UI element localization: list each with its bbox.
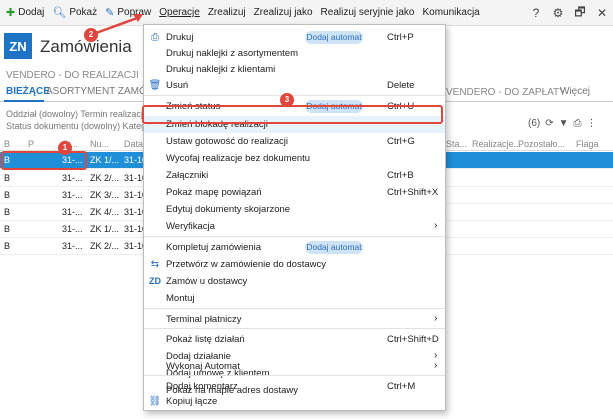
- grid-tools: (6) ⟳ ▼ ⎙ ⋮: [528, 118, 597, 129]
- menu-item-lista-dzialan[interactable]: Pokaż listę działań Ctrl+Shift+D: [144, 331, 445, 348]
- menu-item-kompletuj[interactable]: Kompletuj zamówienia Dodaj automat: [144, 239, 445, 256]
- view-subtitle-right[interactable]: VENDERO - DO ZAPŁATY: [446, 87, 566, 98]
- chevron-right-icon: ›: [434, 220, 438, 231]
- view-subtitle: VENDERO - DO REALIZACJI: [6, 70, 139, 81]
- menu-item-terminal[interactable]: Terminal płatniczy ›: [144, 311, 445, 328]
- realize-serial-button[interactable]: Realizuj seryjnie jako: [317, 0, 419, 26]
- chevron-right-icon: ›: [434, 360, 438, 371]
- annotation-marker-3: 3: [280, 93, 294, 107]
- col-nu[interactable]: Nu...: [90, 139, 109, 149]
- restore-icon[interactable]: 🗗: [569, 3, 591, 24]
- filters: Oddział (dowolny) Termin realizacji ( St…: [6, 108, 151, 132]
- annotation-marker-2: 2: [84, 28, 98, 42]
- communication-button[interactable]: Komunikacja: [418, 0, 483, 26]
- window-controls: ? ⚙ 🗗 ✕: [525, 0, 613, 26]
- zd-icon: ZD: [149, 276, 161, 286]
- record-count: (6): [528, 118, 541, 129]
- print-icon[interactable]: ⎙: [574, 118, 582, 129]
- help-icon[interactable]: ?: [525, 6, 547, 20]
- menu-item-ustaw-gotowosc[interactable]: Ustaw gotowość do realizacji Ctrl+G: [144, 133, 445, 150]
- menu-item-drukuj[interactable]: ⎙ Drukuj Dodaj automat Ctrl+P: [144, 29, 445, 46]
- menu-item-przetworz[interactable]: ⇆ Przetwórz w zamówienie do dostawcy: [144, 256, 445, 273]
- main-toolbar: ✚ Dodaj 🔍︎ Pokaż ✎ Popraw Operacje Zreal…: [0, 0, 613, 26]
- operations-dropdown: ⎙ Drukuj Dodaj automat Ctrl+P Drukuj nak…: [143, 24, 446, 411]
- menu-separator: [144, 308, 445, 309]
- chevron-right-icon: ›: [434, 313, 438, 324]
- plus-icon: ✚: [6, 7, 16, 19]
- menu-item-zamow[interactable]: ZD Zamów u dostawcy: [144, 273, 445, 290]
- annotation-marker-1: 1: [58, 141, 72, 155]
- convert-icon: ⇆: [150, 259, 160, 270]
- add-button[interactable]: ✚ Dodaj: [2, 0, 48, 26]
- operations-menu-button[interactable]: Operacje: [155, 0, 204, 26]
- menu-item-usun[interactable]: 🗑︎ Usuń Delete: [144, 77, 445, 94]
- menu-item-edytuj-skojarzone[interactable]: Edytuj dokumenty skojarzone: [144, 201, 445, 218]
- menu-separator: [144, 95, 445, 96]
- menu-item-wycofaj[interactable]: Wycofaj realizacje bez dokumentu: [144, 150, 445, 167]
- col-pozostalo[interactable]: Pozostało...: [518, 139, 565, 149]
- menu-item-naklejki-klienci[interactable]: Drukuj naklejki z klientami: [144, 61, 445, 78]
- menu-item-zalaczniki[interactable]: Załączniki Ctrl+B: [144, 167, 445, 184]
- show-button[interactable]: 🔍︎ Pokaż: [48, 0, 101, 26]
- menu-item-naklejki-asortyment[interactable]: Drukuj naklejki z asortymentem: [144, 45, 445, 62]
- search-icon: 🔍︎: [52, 7, 67, 19]
- more-icon[interactable]: ⋮: [587, 118, 597, 129]
- annotation-highlight-menu-item: [142, 105, 443, 124]
- printer-icon: ⎙: [151, 32, 159, 43]
- filter-line-2[interactable]: Status dokumentu (dowolny) Katego: [6, 120, 151, 132]
- gear-icon[interactable]: ⚙: [547, 6, 569, 20]
- menu-item-mapa-powiazan[interactable]: Pokaż mapę powiązań Ctrl+Shift+X: [144, 184, 445, 201]
- menu-separator: [144, 236, 445, 237]
- link-icon: ⛓: [148, 396, 162, 407]
- realize-button[interactable]: Zrealizuj: [204, 0, 250, 26]
- col-b[interactable]: B: [4, 139, 10, 149]
- tab-asortyment[interactable]: ASORTYMENT ZAMÓ: [46, 86, 147, 97]
- module-badge: ZN: [4, 33, 32, 59]
- trash-icon: 🗑︎: [148, 80, 162, 91]
- add-automat-badge[interactable]: Dodaj automat: [305, 241, 363, 254]
- realize-as-button[interactable]: Zrealizuj jako: [250, 0, 317, 26]
- col-p[interactable]: P: [28, 139, 34, 149]
- brush-icon: ✎: [105, 7, 115, 19]
- col-flaga[interactable]: Flaga: [576, 139, 599, 149]
- menu-separator: [144, 328, 445, 329]
- tab-underline: [4, 100, 44, 102]
- tab-biezace[interactable]: BIEŻĄCE: [6, 86, 50, 97]
- col-status[interactable]: Sta...: [446, 139, 467, 149]
- menu-item-weryfikacja[interactable]: Weryfikacja ›: [144, 218, 445, 235]
- annotation-highlight-row: [1, 151, 87, 170]
- edit-button[interactable]: ✎ Popraw: [101, 0, 155, 26]
- filter-icon[interactable]: ▼: [559, 118, 569, 129]
- menu-item-montuj[interactable]: Montuj: [144, 290, 445, 307]
- filter-line-1[interactable]: Oddział (dowolny) Termin realizacji (: [6, 108, 151, 120]
- menu-item-wykonaj-automat[interactable]: Wykonaj Automat ›: [144, 358, 445, 375]
- menu-separator: [144, 375, 445, 376]
- refresh-icon[interactable]: ⟳: [545, 118, 553, 129]
- col-realizacje[interactable]: Realizacje...: [472, 139, 521, 149]
- close-icon[interactable]: ✕: [591, 6, 613, 20]
- menu-item-kopiuj-lacze[interactable]: ⛓ Kopiuj łącze: [144, 393, 445, 410]
- add-automat-badge[interactable]: Dodaj automat: [305, 31, 363, 44]
